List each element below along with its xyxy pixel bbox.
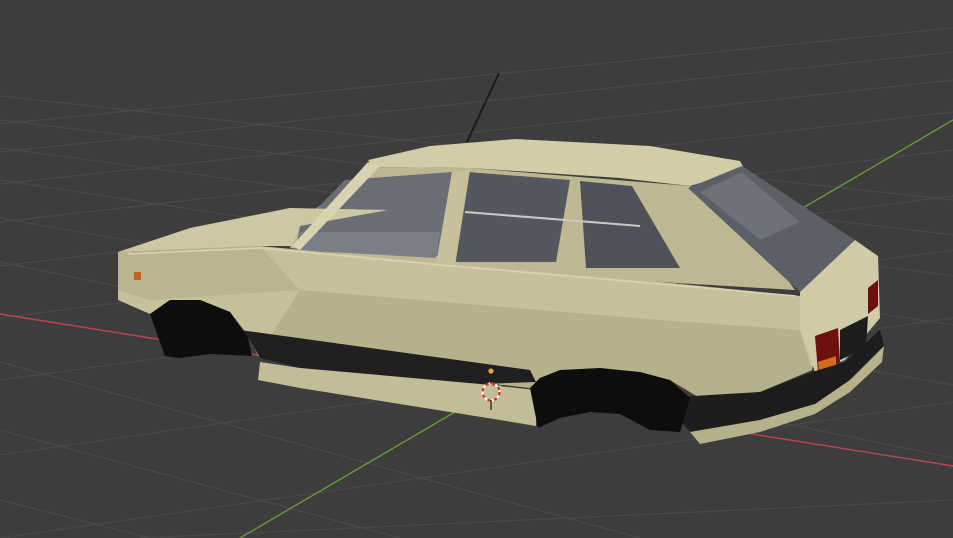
rear-side-window: [452, 172, 570, 262]
3d-viewport[interactable]: [0, 0, 953, 538]
viewport-canvas[interactable]: [0, 0, 953, 538]
front-indicator: [134, 272, 141, 280]
object-origin-icon[interactable]: [488, 368, 494, 374]
